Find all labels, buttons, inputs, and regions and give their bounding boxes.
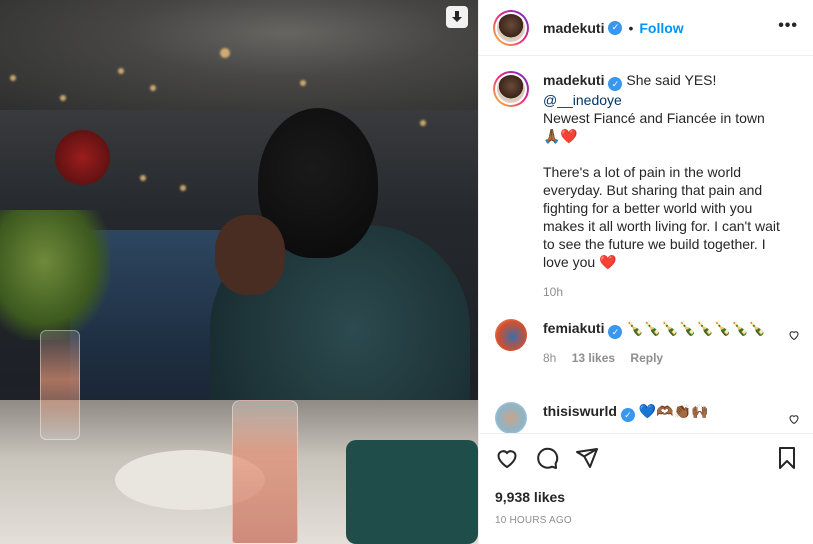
comment-username[interactable]: femiakuti (543, 320, 604, 336)
verified-badge-icon: ✓ (620, 408, 635, 422)
comment-body: thisiswurld ✓ 💙🫶🏾👏🏾🙌🏾 (543, 402, 783, 433)
author-avatar[interactable] (493, 9, 529, 46)
post-actions: 9,938 likes 10 HOURS AGO (479, 433, 813, 544)
comment-text: 🍾🍾🍾🍾🍾🍾🍾🍾 (626, 320, 766, 336)
verified-badge-icon: ✓ (608, 77, 623, 91)
likes-count[interactable]: 9,938 likes (495, 489, 565, 505)
caption-row: madekuti ✓ She said YES! @__inedoye Newes… (493, 71, 783, 301)
caption-line2: Newest Fiancé and Fiancée in town (543, 110, 765, 126)
comment-row: femiakuti ✓ 🍾🍾🍾🍾🍾🍾🍾🍾 8h 13 likes Reply (495, 319, 783, 367)
caption-body: madekuti ✓ She said YES! @__inedoye Newes… (543, 71, 783, 301)
photo-bag (346, 440, 478, 544)
post-time-ago[interactable]: 10 HOURS AGO (495, 515, 572, 526)
verified-badge-icon: ✓ (608, 20, 623, 35)
comment-avatar[interactable] (495, 402, 527, 433)
comment-body: femiakuti ✓ 🍾🍾🍾🍾🍾🍾🍾🍾 8h 13 likes Reply (543, 319, 783, 367)
photo-hand (215, 215, 285, 295)
share-icon[interactable] (575, 446, 599, 470)
separator-dot: • (628, 19, 634, 36)
post-photo[interactable] (0, 0, 478, 544)
bookmark-icon[interactable] (775, 446, 799, 470)
comment-reply-button[interactable]: Reply (630, 351, 663, 365)
caption-time: 10h (543, 285, 564, 299)
photo-rose (55, 130, 110, 185)
comment-likes[interactable]: 13 likes (572, 351, 615, 365)
photo-leaves (0, 210, 110, 340)
caption-mention[interactable]: @__inedoye (543, 92, 622, 108)
post-side-panel: madekuti ✓ • Follow ••• madekuti ✓ She sa… (478, 0, 813, 544)
comment-like-heart-icon[interactable] (788, 329, 800, 341)
comment-avatar[interactable] (495, 319, 527, 351)
caption-para-emoji: ❤️ (599, 254, 617, 270)
caption-username[interactable]: madekuti (543, 72, 604, 88)
comments-scroll[interactable]: madekuti ✓ She said YES! @__inedoye Newes… (479, 57, 813, 433)
comment-icon[interactable] (535, 446, 559, 470)
caption-avatar[interactable] (493, 71, 529, 107)
comment-meta: 8h 13 likes Reply (543, 349, 783, 367)
comment-row: thisiswurld ✓ 💙🫶🏾👏🏾🙌🏾 (495, 402, 783, 433)
more-options-icon[interactable]: ••• (778, 17, 798, 35)
comment-text: 💙🫶🏾👏🏾🙌🏾 (638, 403, 709, 419)
comment-time: 8h (543, 351, 557, 365)
verified-badge-icon: ✓ (608, 325, 623, 339)
author-username[interactable]: madekuti (543, 20, 604, 36)
comment-username[interactable]: thisiswurld (543, 403, 617, 419)
download-icon[interactable] (446, 6, 468, 28)
follow-button[interactable]: Follow (639, 20, 683, 36)
photo-glass-left (40, 330, 80, 440)
post-header: madekuti ✓ • Follow ••• (479, 0, 813, 56)
photo-glass-front (232, 400, 298, 544)
caption-line1: She said YES! (626, 72, 717, 88)
photo-ceiling (0, 0, 478, 110)
caption-line2-emoji: 🙏🏾❤️ (543, 128, 578, 144)
heart-icon[interactable] (495, 446, 519, 470)
comment-like-heart-icon[interactable] (788, 413, 800, 425)
caption-paragraph: There's a lot of pain in the world every… (543, 164, 780, 270)
